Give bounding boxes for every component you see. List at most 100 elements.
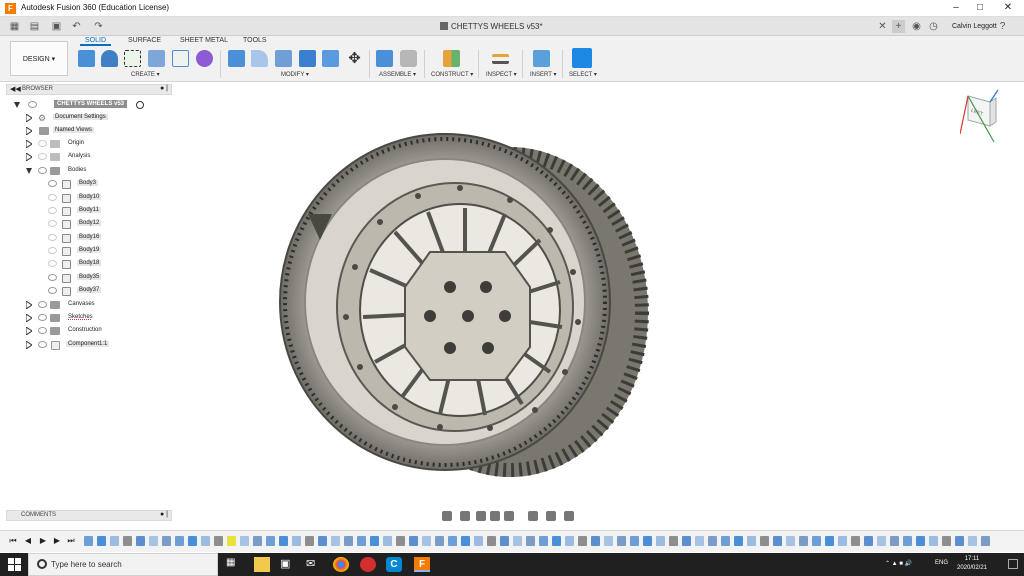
timeline-feature[interactable] bbox=[396, 536, 405, 546]
timeline-feature[interactable] bbox=[786, 536, 795, 546]
comments-panel[interactable]: COMMENTS ● | bbox=[6, 510, 172, 521]
body-item[interactable]: Body12 bbox=[48, 218, 158, 230]
timeline-feature[interactable] bbox=[669, 536, 678, 546]
new-component-icon[interactable] bbox=[78, 50, 95, 67]
visibility-icon[interactable] bbox=[48, 287, 57, 294]
timeline-feature[interactable] bbox=[747, 536, 756, 546]
store-icon[interactable]: ▣ bbox=[280, 557, 296, 572]
tree-item-origin[interactable]: Origin bbox=[26, 138, 166, 150]
timeline-feature[interactable] bbox=[955, 536, 964, 546]
timeline-feature[interactable] bbox=[240, 536, 249, 546]
timeline-feature[interactable] bbox=[760, 536, 769, 546]
inspect-menu[interactable]: INSPECT ▾ bbox=[486, 71, 517, 78]
user-account[interactable]: Calvin Leggott bbox=[952, 20, 997, 33]
visibility-icon[interactable] bbox=[38, 167, 47, 174]
tree-root[interactable]: CHETTYS WHEELS v53 bbox=[14, 99, 164, 111]
taskbar-search-box[interactable]: Type here to search bbox=[28, 553, 218, 576]
visibility-icon[interactable] bbox=[48, 274, 57, 281]
timeline-prev-icon[interactable]: ◀ bbox=[23, 536, 33, 546]
timeline-start-icon[interactable]: ⏮ bbox=[8, 536, 18, 546]
new-component-assemble-icon[interactable] bbox=[376, 50, 393, 67]
timeline-feature[interactable] bbox=[708, 536, 717, 546]
expand-arrow-icon[interactable] bbox=[26, 127, 32, 135]
timeline-feature[interactable] bbox=[136, 536, 145, 546]
timeline-feature[interactable] bbox=[201, 536, 210, 546]
timeline-feature[interactable] bbox=[812, 536, 821, 546]
new-tab-icon[interactable]: + bbox=[892, 20, 905, 33]
timeline-feature[interactable] bbox=[565, 536, 574, 546]
body-item[interactable]: Body3 bbox=[48, 178, 158, 190]
tree-item-document-settings[interactable]: ⚙ Document Settings bbox=[26, 112, 166, 124]
select-icon[interactable] bbox=[572, 48, 592, 68]
timeline-feature[interactable] bbox=[916, 536, 925, 546]
timeline-feature[interactable] bbox=[695, 536, 704, 546]
offset-plane-icon[interactable] bbox=[443, 50, 460, 67]
visibility-icon[interactable] bbox=[38, 327, 47, 334]
timeline-track[interactable] bbox=[84, 535, 1004, 548]
create-sketch-icon[interactable] bbox=[124, 50, 141, 67]
visibility-icon[interactable] bbox=[48, 247, 57, 254]
tree-item-bodies[interactable]: Bodies bbox=[26, 165, 166, 177]
assemble-menu[interactable]: ASSEMBLE ▾ bbox=[379, 71, 416, 78]
timeline-feature[interactable] bbox=[968, 536, 977, 546]
grid-settings-icon[interactable] bbox=[546, 511, 556, 521]
orbit-icon[interactable] bbox=[442, 511, 452, 521]
timeline-feature[interactable] bbox=[981, 536, 990, 546]
windows-start-icon[interactable] bbox=[8, 558, 21, 571]
timeline-next-icon[interactable]: ▶ bbox=[52, 536, 62, 546]
visibility-icon[interactable] bbox=[48, 180, 57, 187]
collapse-browser-icon[interactable]: ◀◀ bbox=[10, 85, 21, 93]
timeline-feature[interactable] bbox=[513, 536, 522, 546]
timeline-feature[interactable] bbox=[305, 536, 314, 546]
expand-arrow-icon[interactable] bbox=[26, 114, 32, 122]
timeline-feature[interactable] bbox=[253, 536, 262, 546]
job-status-icon[interactable]: ◷ bbox=[927, 20, 940, 33]
notifications-icon[interactable] bbox=[1008, 559, 1018, 569]
timeline-feature[interactable] bbox=[162, 536, 171, 546]
mail-icon[interactable]: ✉ bbox=[306, 557, 322, 572]
chrome-icon[interactable] bbox=[333, 557, 349, 572]
timeline-feature[interactable] bbox=[370, 536, 379, 546]
body-item[interactable]: Body35 bbox=[48, 272, 158, 284]
timeline-feature[interactable] bbox=[890, 536, 899, 546]
comments-toggle-icon[interactable]: ● | bbox=[160, 511, 168, 518]
timeline-play-icon[interactable]: ▶ bbox=[38, 536, 48, 546]
timeline-feature[interactable] bbox=[435, 536, 444, 546]
timeline-feature[interactable] bbox=[877, 536, 886, 546]
cura-icon[interactable]: C bbox=[386, 557, 402, 572]
undo-icon[interactable]: ↶ bbox=[70, 20, 83, 33]
timeline-feature[interactable] bbox=[123, 536, 132, 546]
data-panel-icon[interactable]: ▦ bbox=[8, 20, 21, 33]
look-at-icon[interactable] bbox=[460, 511, 470, 521]
timeline-feature[interactable] bbox=[825, 536, 834, 546]
tree-item-sketches[interactable]: Sketches bbox=[26, 312, 166, 324]
combine-icon[interactable] bbox=[322, 50, 339, 67]
expand-arrow-icon[interactable] bbox=[26, 314, 32, 322]
task-view-icon[interactable]: ▦ bbox=[226, 557, 242, 572]
timeline-feature[interactable] bbox=[578, 536, 587, 546]
timeline-feature[interactable] bbox=[617, 536, 626, 546]
date[interactable]: 2020/02/21 bbox=[950, 565, 994, 571]
maximize-button[interactable]: □ bbox=[968, 1, 992, 15]
tab-sheet-metal[interactable]: SHEET METAL bbox=[180, 37, 228, 44]
visibility-icon[interactable] bbox=[38, 301, 47, 308]
timeline-feature[interactable] bbox=[318, 536, 327, 546]
close-tab-icon[interactable]: ✕ bbox=[876, 20, 889, 33]
fillet-icon[interactable] bbox=[251, 50, 268, 67]
timeline-feature[interactable] bbox=[487, 536, 496, 546]
tab-solid[interactable]: SOLID bbox=[80, 37, 112, 46]
help-icon[interactable]: ? bbox=[996, 20, 1009, 33]
construct-menu[interactable]: CONSTRUCT ▾ bbox=[431, 71, 473, 78]
timeline-feature[interactable] bbox=[539, 536, 548, 546]
timeline-feature[interactable] bbox=[500, 536, 509, 546]
close-button[interactable]: ✕ bbox=[996, 1, 1020, 15]
timeline-feature[interactable] bbox=[97, 536, 106, 546]
file-menu-icon[interactable]: ▤ bbox=[28, 20, 41, 33]
visibility-icon[interactable] bbox=[48, 220, 57, 227]
revolve-icon[interactable] bbox=[148, 50, 165, 67]
language-indicator[interactable]: ENG bbox=[935, 560, 948, 566]
timeline-feature[interactable] bbox=[266, 536, 275, 546]
timeline-feature[interactable] bbox=[461, 536, 470, 546]
timeline-feature[interactable] bbox=[331, 536, 340, 546]
timeline-feature[interactable] bbox=[149, 536, 158, 546]
